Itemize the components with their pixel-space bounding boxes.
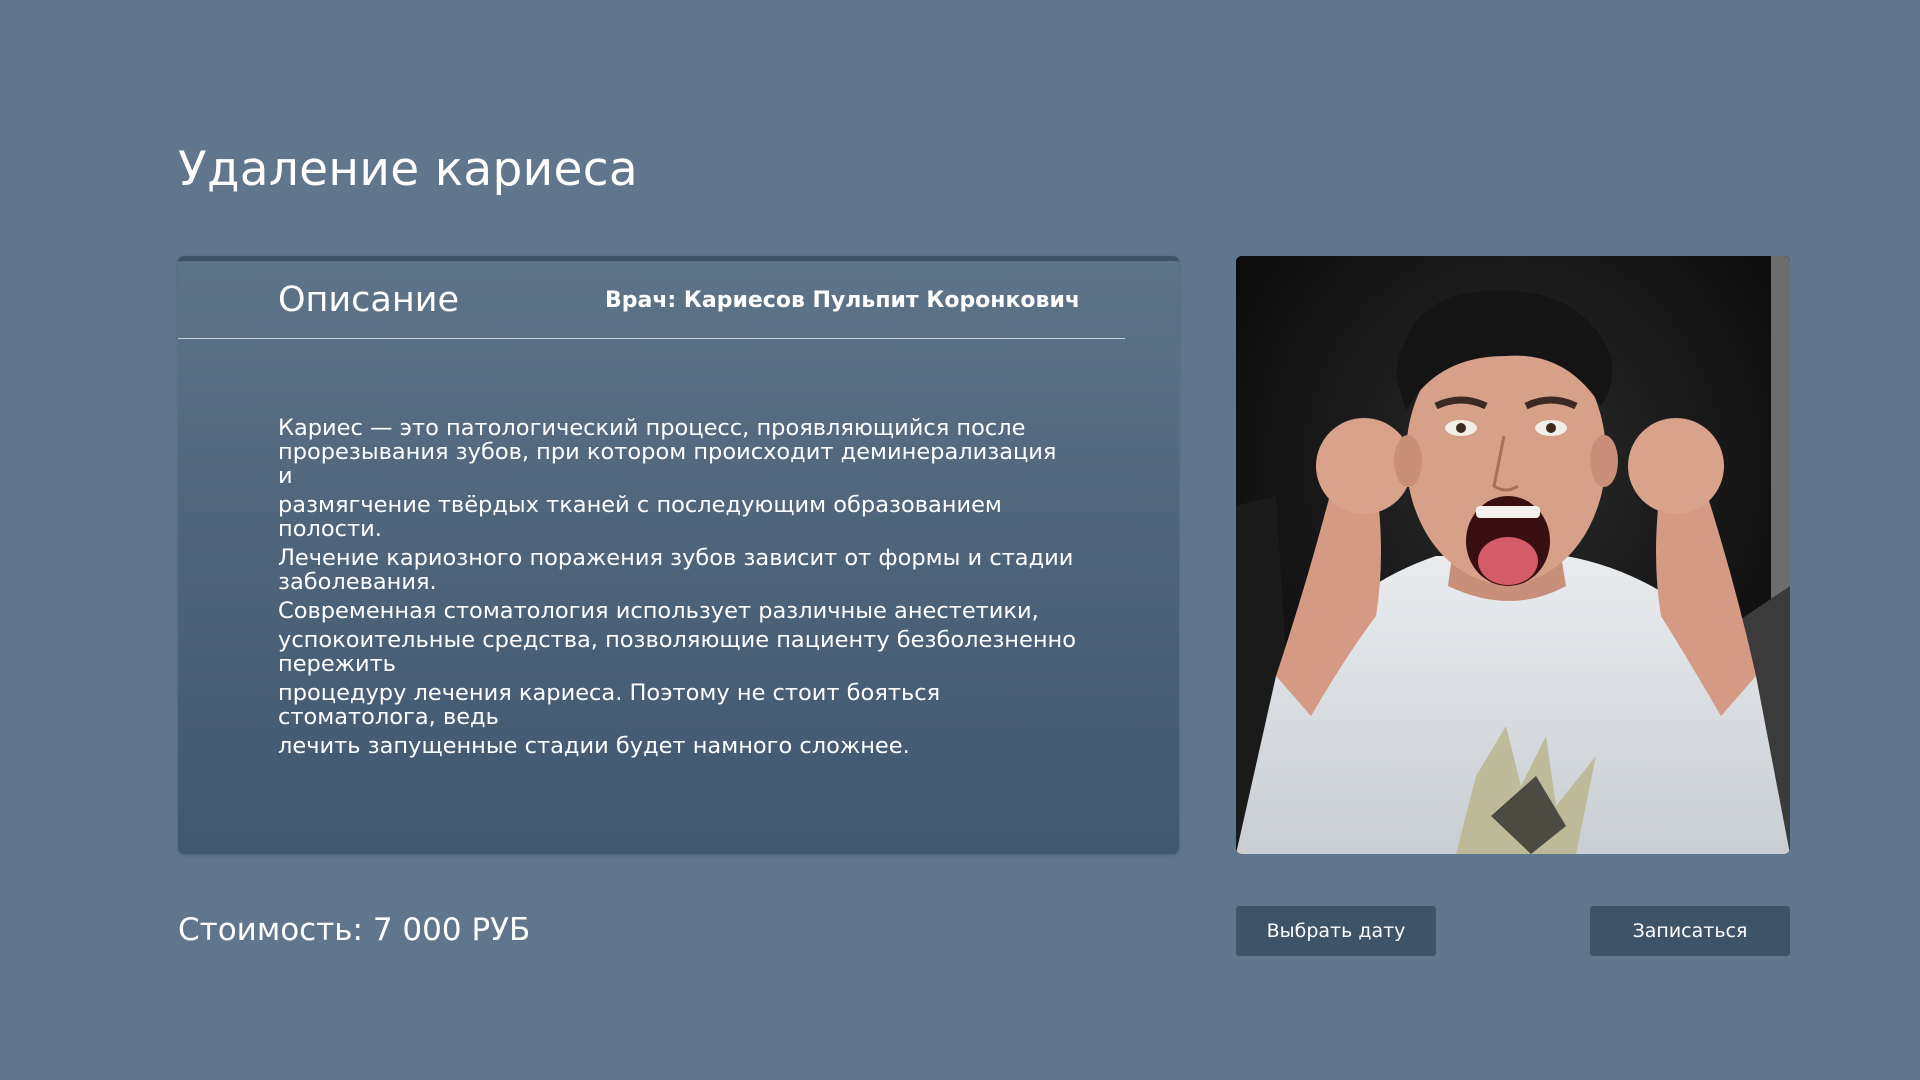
description-line: Кариес — это патологический процесс, про…: [278, 415, 1057, 489]
book-button[interactable]: Записаться: [1590, 906, 1790, 956]
doctor-info: Врач: Кариесов Пульпит Коронкович: [605, 288, 1080, 313]
description-heading: Описание: [278, 280, 460, 320]
price-value: 7 000 РУБ: [372, 912, 531, 948]
description-line: Лечение кариозного поражения зубов завис…: [278, 545, 1074, 595]
description-text: Кариес — это патологический процесс, про…: [278, 416, 1078, 763]
doctor-name: Кариесов Пульпит Коронкович: [683, 288, 1080, 313]
description-line: Современная стоматология использует разл…: [278, 598, 1039, 624]
description-card: Описание Врач: Кариесов Пульпит Коронков…: [178, 256, 1179, 854]
photo-illustration: [1236, 256, 1790, 854]
price-label: Стоимость:: [178, 912, 363, 948]
card-header: Описание Врач: Кариесов Пульпит Коронков…: [178, 261, 1125, 339]
description-line: размягчение твёрдых тканей с последующим…: [278, 492, 1002, 542]
choose-date-button[interactable]: Выбрать дату: [1236, 906, 1436, 956]
service-page: Удаление кариеса Описание Врач: Кариесов…: [0, 0, 1920, 1080]
doctor-label: Врач:: [604, 288, 677, 313]
price: Стоимость: 7 000 РУБ: [178, 912, 530, 948]
description-line: процедуру лечения кариеса. Поэтому не ст…: [278, 680, 941, 730]
description-line: лечить запущенные стадии будет намного с…: [278, 733, 910, 759]
doctor-photo-image: [1236, 256, 1790, 854]
description-line: успокоительные средства, позволяющие пац…: [278, 627, 1077, 677]
page-title: Удаление кариеса: [178, 142, 638, 197]
